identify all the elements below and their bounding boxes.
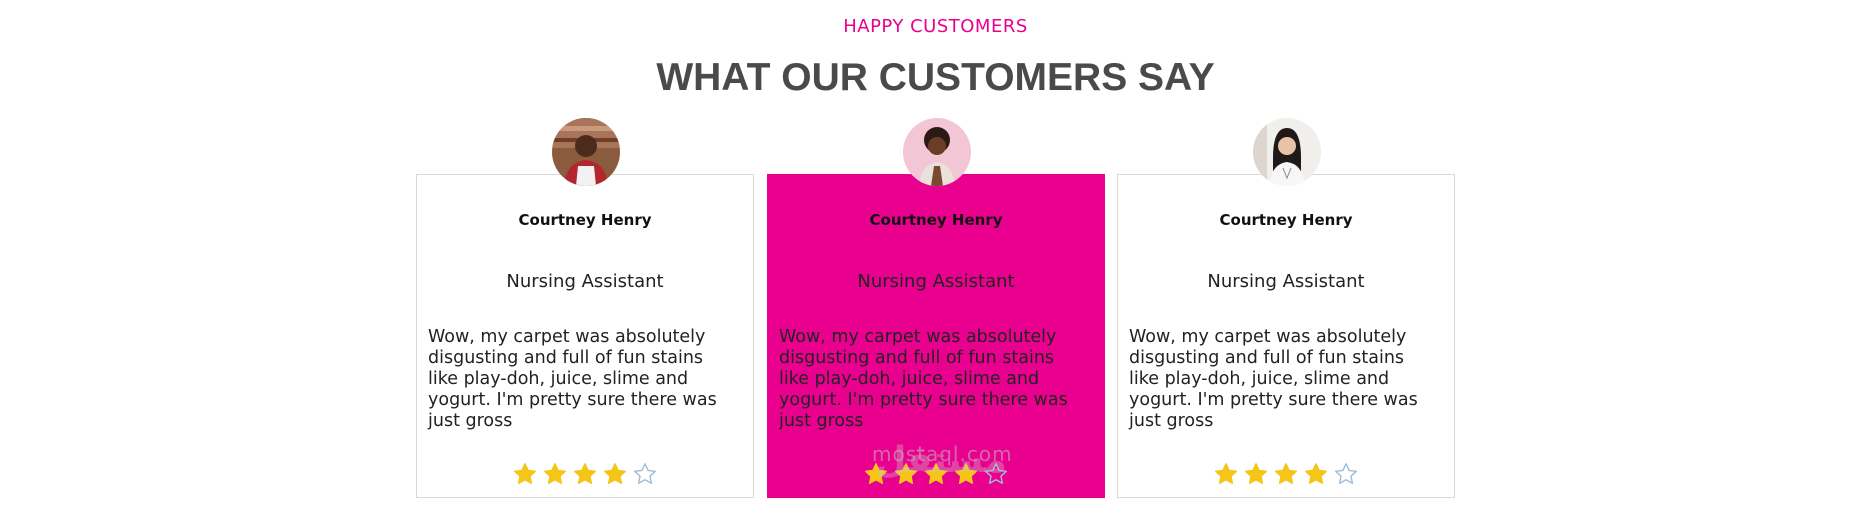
star-filled-icon — [1214, 462, 1238, 486]
woman-avatar-icon — [1253, 118, 1321, 186]
customer-name: Courtney Henry — [518, 211, 652, 229]
customer-role: Nursing Assistant — [857, 271, 1015, 292]
testimonial-card-body: Courtney Henry Nursing Assistant Wow, my… — [1117, 174, 1455, 498]
star-filled-icon — [1244, 462, 1268, 486]
customer-name: Courtney Henry — [869, 211, 1003, 229]
star-rating — [1118, 462, 1454, 486]
testimonial-card-body: Courtney Henry Nursing Assistant Wow, my… — [416, 174, 754, 498]
star-empty-icon — [633, 462, 657, 486]
testimonial-quote: Wow, my carpet was absolutely disgusting… — [779, 327, 1068, 431]
testimonial-quote: Wow, my carpet was absolutely disgusting… — [1129, 327, 1418, 431]
woman-avatar-icon — [903, 118, 971, 186]
watermark-latin: mostaql.com — [872, 442, 1013, 466]
testimonial-card: Courtney Henry Nursing Assistant Wow, my… — [416, 118, 756, 498]
star-empty-icon — [1334, 462, 1358, 486]
customer-name: Courtney Henry — [1219, 211, 1353, 229]
man-avatar-icon — [552, 118, 620, 186]
customer-role: Nursing Assistant — [506, 271, 664, 292]
star-filled-icon — [603, 462, 627, 486]
section-eyebrow: HAPPY CUSTOMERS — [843, 16, 1028, 37]
star-filled-icon — [1274, 462, 1298, 486]
star-filled-icon — [543, 462, 567, 486]
testimonial-quote: Wow, my carpet was absolutely disgusting… — [428, 327, 717, 431]
star-filled-icon — [573, 462, 597, 486]
section-title: WHAT OUR CUSTOMERS SAY — [656, 56, 1215, 99]
customer-role: Nursing Assistant — [1207, 271, 1365, 292]
testimonial-card: Courtney Henry Nursing Assistant Wow, my… — [1117, 118, 1457, 498]
star-rating — [417, 462, 753, 486]
star-filled-icon — [513, 462, 537, 486]
star-filled-icon — [1304, 462, 1328, 486]
